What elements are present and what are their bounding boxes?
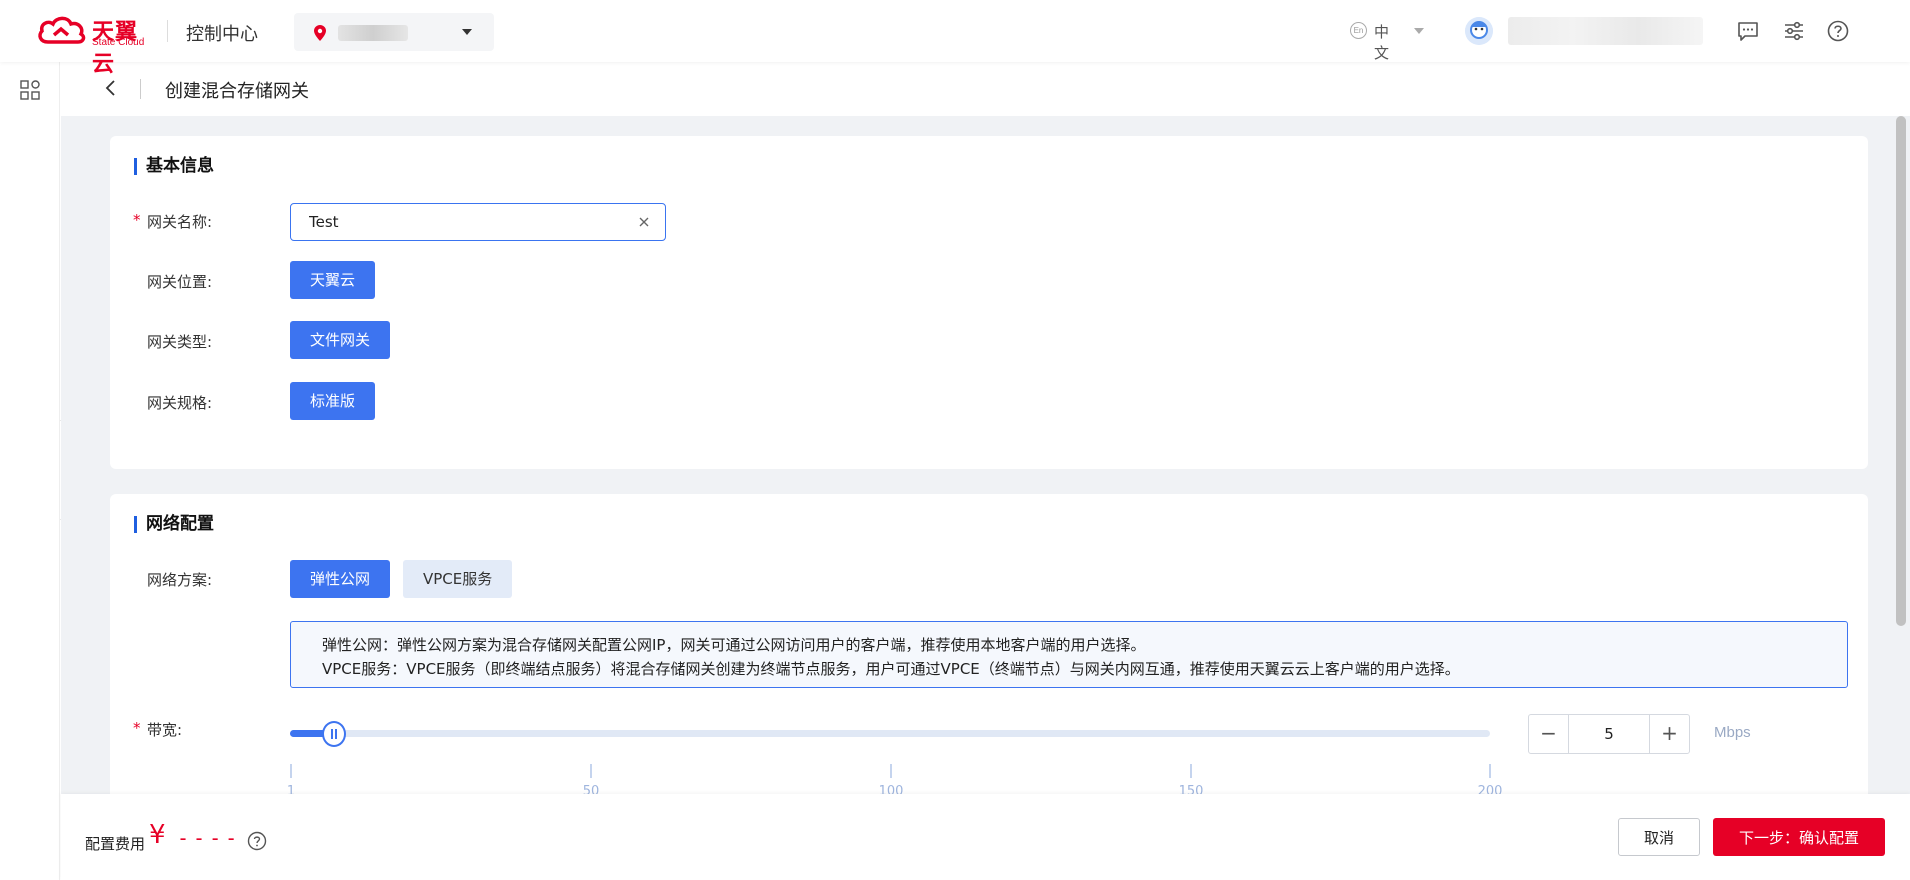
chevron-down-icon — [1414, 28, 1424, 34]
fee-currency: ¥ — [149, 820, 166, 850]
chevron-down-icon — [462, 29, 472, 35]
slider-tick-label: 1 — [286, 784, 296, 794]
cancel-button[interactable]: 取消 — [1618, 818, 1700, 856]
required-asterisk: * — [133, 211, 141, 229]
console-title[interactable]: 控制中心 — [186, 20, 258, 46]
gateway-name-input[interactable] — [309, 212, 619, 232]
logo-text-en: State Cloud — [92, 37, 145, 48]
slider-tick-label: 50 — [582, 784, 600, 794]
gateway-spec-option[interactable]: 标准版 — [290, 382, 376, 420]
message-icon[interactable] — [1736, 19, 1760, 43]
network-config-card: 网络配置 网络方案: 弹性公网 VPCE服务 弹性公网：弹性公网方案为混合存储网… — [110, 494, 1868, 794]
bandwidth-slider-handle[interactable] — [322, 721, 347, 747]
slider-tick — [290, 764, 292, 778]
help-icon[interactable] — [1826, 19, 1850, 43]
slider-tick — [590, 764, 592, 778]
gateway-location-option[interactable]: 天翼云 — [290, 261, 376, 299]
basic-info-card: 基本信息 * 网关名称: 网关位置: 天翼云 网关类型: 文件网关 网关规格: … — [110, 136, 1868, 469]
bandwidth-input[interactable] — [1570, 715, 1648, 753]
gateway-type-option[interactable]: 文件网关 — [290, 321, 391, 359]
network-option-vpce[interactable]: VPCE服务 — [403, 560, 513, 598]
bandwidth-label: 带宽: — [147, 721, 183, 739]
username-redacted[interactable] — [1508, 17, 1703, 45]
user-avatar[interactable] — [1465, 17, 1493, 45]
bandwidth-stepper[interactable]: − + — [1528, 714, 1690, 754]
header-divider — [167, 20, 168, 42]
page-header: 创建混合存储网关 — [61, 62, 1910, 116]
cloud-logo-icon — [38, 16, 86, 44]
gateway-name-field[interactable] — [290, 203, 666, 241]
help-icon[interactable] — [247, 831, 267, 851]
main-content: 基本信息 * 网关名称: 网关位置: 天翼云 网关类型: 文件网关 网关规格: … — [61, 116, 1910, 794]
required-asterisk: * — [133, 719, 141, 737]
bandwidth-slider[interactable] — [290, 721, 1490, 747]
language-icon: En — [1350, 22, 1367, 39]
header-divider — [140, 79, 141, 99]
gateway-spec-label: 网关规格: — [147, 394, 213, 412]
avatar-icon — [1465, 17, 1493, 45]
settings-sliders-icon[interactable] — [1782, 19, 1806, 43]
network-scheme-label: 网络方案: — [147, 571, 213, 589]
fee-value: ---- — [177, 826, 242, 850]
page-title: 创建混合存储网关 — [165, 81, 309, 102]
section-title-network: 网络配置 — [134, 514, 214, 534]
top-header: 天翼云 State Cloud 控制中心 En 中文 — [0, 0, 1910, 77]
increment-button[interactable]: + — [1649, 715, 1689, 753]
info-line-vpce: VPCE服务：VPCE服务（即终端结点服务）将混合存储网关创建为终端节点服务，用… — [322, 660, 1460, 678]
info-line-eip: 弹性公网：弹性公网方案为混合存储网关配置公网IP，网关可通过公网访问用户的客户端… — [322, 636, 1146, 654]
state-cloud-logo[interactable]: 天翼云 State Cloud — [36, 12, 156, 77]
clear-icon[interactable] — [637, 215, 651, 229]
next-confirm-button[interactable]: 下一步：确认配置 — [1713, 818, 1885, 856]
language-label: 中文 — [1374, 23, 1390, 62]
slider-tick-label: 200 — [1477, 784, 1503, 794]
gateway-type-label: 网关类型: — [147, 333, 213, 351]
gateway-name-label: 网关名称: — [147, 213, 213, 231]
gateway-location-label: 网关位置: — [147, 273, 213, 291]
location-pin-icon — [314, 25, 326, 41]
slider-tick — [1190, 764, 1192, 778]
slider-tick-label: 100 — [878, 784, 904, 794]
bandwidth-unit: Mbps — [1714, 724, 1751, 741]
network-option-eip[interactable]: 弹性公网 — [290, 560, 391, 598]
left-nav-rail — [0, 62, 60, 880]
region-select[interactable] — [294, 13, 494, 51]
vertical-scrollbar[interactable] — [1896, 116, 1906, 626]
decrement-button[interactable]: − — [1529, 715, 1569, 753]
slider-tick — [1489, 764, 1491, 778]
slider-tick — [890, 764, 892, 778]
section-title-basic: 基本信息 — [134, 156, 214, 176]
slider-tick-label: 150 — [1178, 784, 1204, 794]
network-scheme-info: 弹性公网：弹性公网方案为混合存储网关配置公网IP，网关可通过公网访问用户的客户端… — [290, 621, 1848, 688]
back-arrow-icon[interactable] — [101, 78, 121, 98]
apps-grid-icon[interactable] — [20, 80, 40, 100]
region-name-redacted — [338, 25, 408, 41]
footer-bar: 配置费用 ¥ ---- 取消 下一步：确认配置 — [61, 794, 1910, 880]
fee-label: 配置费用 — [85, 835, 146, 853]
